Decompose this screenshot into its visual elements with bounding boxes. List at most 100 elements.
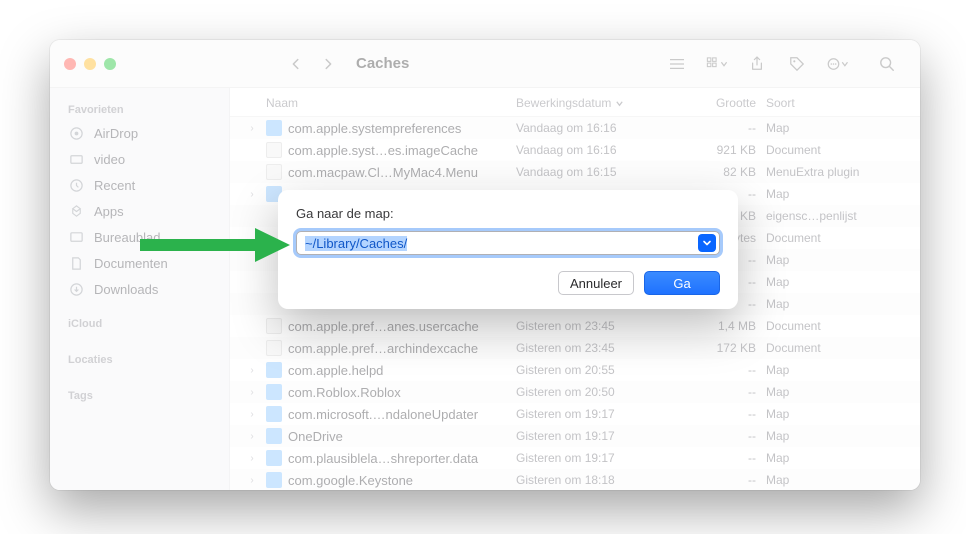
search-icon[interactable] [874,51,900,77]
table-row[interactable]: ›com.apple.helpdGisteren om 20:55--Map [230,359,920,381]
minimize-window-button[interactable] [84,58,96,70]
documents-icon [68,255,84,271]
column-name[interactable]: Naam [266,96,516,110]
folder-icon [266,428,282,444]
go-to-folder-dialog: Ga naar de map: Annuleer Ga [278,190,738,309]
disclosure-triangle-icon[interactable]: › [238,365,266,376]
row-size: -- [676,385,766,399]
movie-icon [68,151,84,167]
row-size: 921 KB [676,143,766,157]
sidebar-section-tags: Tags [50,384,229,406]
folder-icon [266,406,282,422]
row-date: Vandaag om 16:15 [516,165,676,179]
row-date: Gisteren om 20:50 [516,385,676,399]
column-size[interactable]: Grootte [676,96,766,110]
sidebar-item-apps[interactable]: Apps [50,198,229,224]
path-history-dropdown[interactable] [698,234,716,252]
disclosure-triangle-icon[interactable]: › [238,409,266,420]
row-name: com.apple.pref…archindexcache [266,340,516,356]
table-row[interactable]: com.macpaw.Cl…MyMac4.MenuVandaag om 16:1… [230,161,920,183]
row-size: -- [676,451,766,465]
window-title: Caches [356,55,409,72]
sort-desc-icon [615,99,624,108]
sidebar-item-label: Apps [94,204,124,219]
row-kind: Document [766,143,908,157]
disclosure-triangle-icon[interactable]: › [238,189,266,200]
disclosure-triangle-icon[interactable]: › [238,475,266,486]
clock-icon [68,177,84,193]
sidebar-item-video[interactable]: video [50,146,229,172]
row-date: Gisteren om 23:45 [516,319,676,333]
sidebar-item-airdrop[interactable]: AirDrop [50,120,229,146]
row-kind: Map [766,275,908,289]
disclosure-triangle-icon[interactable]: › [238,387,266,398]
disclosure-triangle-icon[interactable]: › [238,123,266,134]
disclosure-triangle-icon[interactable]: › [238,453,266,464]
row-kind: Map [766,187,908,201]
row-kind: Document [766,231,908,245]
folder-icon [266,120,282,136]
disclosure-triangle-icon[interactable]: › [238,431,266,442]
dialog-label: Ga naar de map: [296,206,720,221]
sidebar-item-label: Documenten [94,256,168,271]
row-name: OneDrive [266,428,516,444]
document-icon [266,164,282,180]
row-kind: Map [766,407,908,421]
table-row[interactable]: ›com.microsoft.…ndaloneUpdaterGisteren o… [230,403,920,425]
back-button[interactable] [284,52,308,76]
table-row[interactable]: ›com.plausiblela…shreporter.dataGisteren… [230,447,920,469]
row-date: Gisteren om 19:17 [516,407,676,421]
document-icon [266,142,282,158]
table-row[interactable]: ›com.Roblox.RobloxGisteren om 20:50--Map [230,381,920,403]
view-list-icon[interactable] [664,51,690,77]
row-kind: Map [766,451,908,465]
zoom-window-button[interactable] [104,58,116,70]
row-size: -- [676,121,766,135]
row-size: -- [676,407,766,421]
folder-icon [266,362,282,378]
forward-button[interactable] [316,52,340,76]
downloads-icon [68,281,84,297]
row-name: com.microsoft.…ndaloneUpdater [266,406,516,422]
tags-icon[interactable] [784,51,810,77]
column-date[interactable]: Bewerkingsdatum [516,96,676,110]
row-date: Gisteren om 19:17 [516,451,676,465]
table-row[interactable]: com.apple.pref…anes.usercacheGisteren om… [230,315,920,337]
go-to-folder-input[interactable] [296,231,720,255]
apps-icon [68,203,84,219]
row-kind: Map [766,121,908,135]
table-row[interactable]: ›com.google.KeystoneGisteren om 18:18--M… [230,469,920,490]
sidebar: Favorieten AirDrop video Recent Apps Bur… [50,88,230,490]
group-menu-icon[interactable] [704,51,730,77]
sidebar-item-label: AirDrop [94,126,138,141]
action-menu-icon[interactable] [824,51,850,77]
row-date: Gisteren om 19:17 [516,429,676,443]
row-kind: Map [766,363,908,377]
sidebar-item-downloads[interactable]: Downloads [50,276,229,302]
column-kind[interactable]: Soort [766,96,908,110]
sidebar-item-recent[interactable]: Recent [50,172,229,198]
row-kind: Map [766,297,908,311]
row-name: com.apple.systempreferences [266,120,516,136]
row-name: com.apple.helpd [266,362,516,378]
sidebar-item-documents[interactable]: Documenten [50,250,229,276]
table-row[interactable]: com.apple.pref…archindexcacheGisteren om… [230,337,920,359]
go-button[interactable]: Ga [644,271,720,295]
row-size: 82 KB [676,165,766,179]
table-row[interactable]: ›OneDriveGisteren om 19:17--Map [230,425,920,447]
share-icon[interactable] [744,51,770,77]
sidebar-item-desktop[interactable]: Bureaublad [50,224,229,250]
sidebar-section-locaties: Locaties [50,348,229,370]
close-window-button[interactable] [64,58,76,70]
cancel-button[interactable]: Annuleer [558,271,634,295]
document-icon [266,340,282,356]
sidebar-section-favorieten: Favorieten [50,98,229,120]
table-row[interactable]: com.apple.syst…es.imageCacheVandaag om 1… [230,139,920,161]
folder-icon [266,384,282,400]
row-kind: Map [766,253,908,267]
row-size: 1,4 MB [676,319,766,333]
sidebar-section-icloud: iCloud [50,312,229,334]
row-size: -- [676,429,766,443]
row-kind: Document [766,341,908,355]
table-row[interactable]: ›com.apple.systempreferencesVandaag om 1… [230,117,920,139]
